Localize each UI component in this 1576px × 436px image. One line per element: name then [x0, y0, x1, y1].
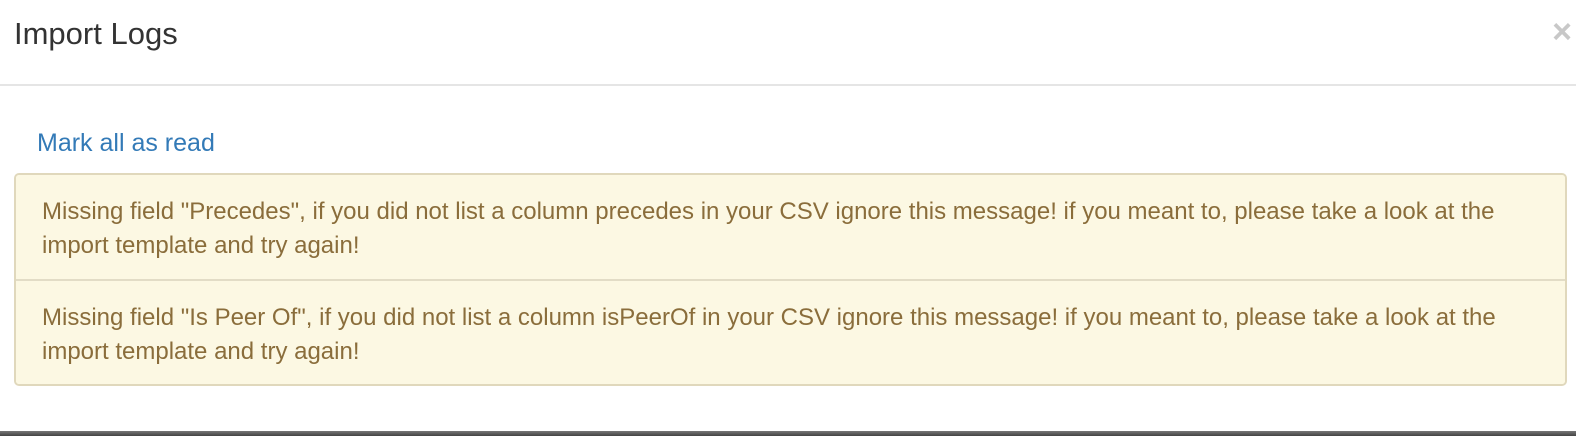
import-logs-modal: Import Logs × Mark all as read Missing f… [0, 0, 1576, 436]
log-list: Missing field "Precedes", if you did not… [14, 173, 1567, 386]
mark-all-read-link[interactable]: Mark all as read [37, 128, 215, 158]
close-icon[interactable]: × [1548, 14, 1576, 50]
modal-header: Import Logs × [0, 0, 1576, 86]
modal-title: Import Logs [14, 16, 178, 51]
log-item: Missing field "Precedes", if you did not… [16, 175, 1565, 279]
background-edge [0, 431, 1576, 436]
log-item: Missing field "Is Peer Of", if you did n… [16, 279, 1565, 384]
